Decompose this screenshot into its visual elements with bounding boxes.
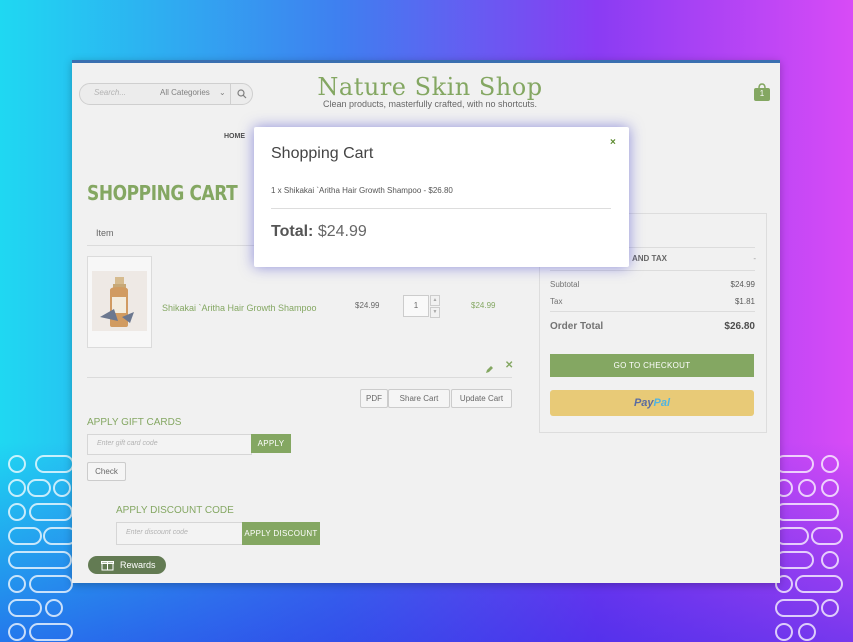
- modal-title: Shopping Cart: [271, 145, 374, 162]
- shopping-cart-modal: Shopping Cart × 1 x Shikakai `Aritha Hai…: [254, 127, 629, 267]
- decorative-pattern-left: [5, 447, 80, 642]
- decorative-pattern-right: [773, 447, 848, 642]
- close-icon[interactable]: ×: [610, 137, 616, 148]
- modal-total-label: Total:: [271, 223, 314, 240]
- modal-line-item: 1 x Shikakai `Aritha Hair Growth Shampoo…: [271, 186, 453, 195]
- modal-total: Total: $24.99: [271, 223, 367, 241]
- divider: [271, 208, 611, 209]
- modal-total-value: $24.99: [317, 223, 367, 240]
